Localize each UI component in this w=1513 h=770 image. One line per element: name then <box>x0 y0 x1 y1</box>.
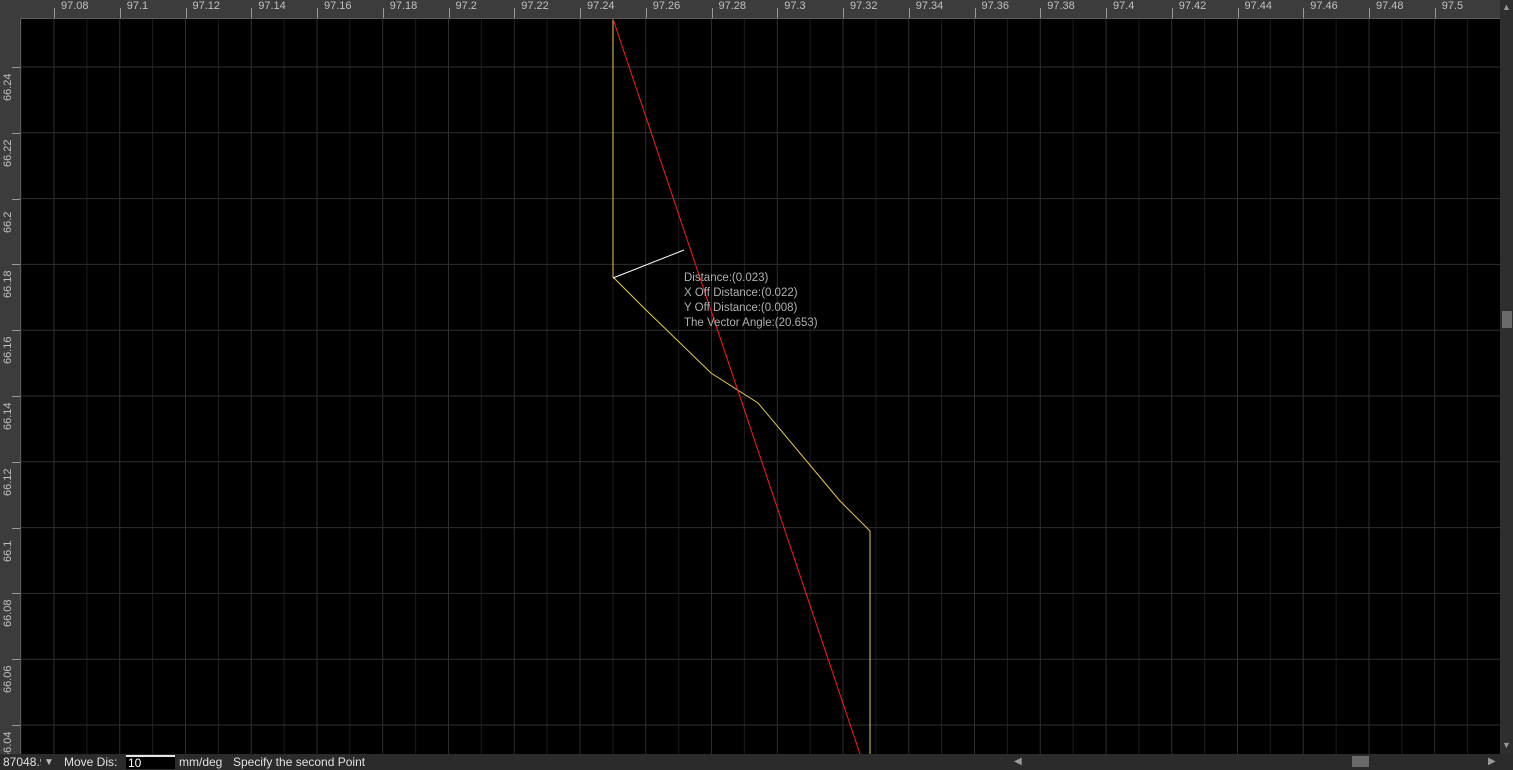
y-tick-label: 66.12 <box>2 468 14 496</box>
measurement-readout: Distance:(0.023) X Off Distance:(0.022) … <box>684 271 818 331</box>
drawing-svg[interactable] <box>21 19 1500 754</box>
ruler-tick <box>12 593 20 595</box>
ruler-tick <box>12 198 20 200</box>
x-tick-label: 97.22 <box>521 0 549 12</box>
y-tick-label: 66.1 <box>2 540 14 562</box>
y-tick-label: 66.04 <box>2 731 14 754</box>
red-reference-line[interactable] <box>612 19 861 754</box>
ruler-tick <box>12 659 20 661</box>
x-tick-label: 97.24 <box>587 0 615 12</box>
x-off-distance-text: X Off Distance:(0.022) <box>684 287 798 299</box>
y-tick-label: 66.24 <box>2 73 14 101</box>
x-tick-label: 97.16 <box>324 0 352 12</box>
scroll-left-icon[interactable]: ◀ <box>1014 756 1022 767</box>
x-tick-label: 97.26 <box>652 0 681 12</box>
ruler-tick <box>1106 8 1107 18</box>
ruler-tick <box>12 725 20 726</box>
ruler-tick <box>1434 8 1436 18</box>
ruler-tick <box>514 8 516 18</box>
yellow-outline-path[interactable] <box>612 19 871 754</box>
ruler-tick <box>580 8 581 18</box>
move-distance-input[interactable] <box>126 755 175 769</box>
move-distance-label: Move Dis: <box>64 755 118 769</box>
ruler-tick <box>1303 8 1305 18</box>
y-tick-label: 66.22 <box>2 139 14 167</box>
x-tick-label: 97.12 <box>192 0 221 12</box>
x-tick-label: 97.44 <box>1244 0 1273 12</box>
x-tick-label: 97.1 <box>126 0 149 12</box>
coordinate-readout: 87048.9 <box>3 755 41 769</box>
unit-label: mm/deg <box>179 755 223 769</box>
ruler-tick <box>12 527 20 529</box>
ruler-tick <box>711 8 713 18</box>
horizontal-scroll-thumb[interactable] <box>1352 756 1369 767</box>
ruler-tick <box>12 132 20 134</box>
ruler-tick <box>1369 8 1370 18</box>
ruler-tick <box>1040 8 1042 18</box>
x-tick-label: 97.38 <box>1047 0 1075 12</box>
ruler-tick <box>251 8 253 18</box>
ruler-tick <box>974 8 976 18</box>
y-tick-label: 66.16 <box>2 336 14 365</box>
ruler-tick <box>908 8 910 18</box>
x-tick-label: 97.32 <box>850 0 878 12</box>
x-tick-label: 97.14 <box>258 0 286 12</box>
ruler-tick <box>448 8 450 18</box>
left-ruler: 66.24 66.22 66.2 66.18 66.16 66.14 66.12 66.1 66… <box>0 18 21 754</box>
command-prompt-text: Specify the second Point <box>233 755 366 769</box>
horizontal-scrollbar[interactable]: ◀ ▶ <box>1012 754 1500 770</box>
ruler-tick <box>12 461 20 463</box>
vertical-scroll-thumb[interactable] <box>1502 311 1512 328</box>
x-tick-label: 97.18 <box>389 0 418 12</box>
x-tick-label: 97.4 <box>1113 0 1135 12</box>
ruler-tick <box>12 67 20 68</box>
ruler-tick <box>843 8 844 18</box>
ruler-tick <box>119 8 121 18</box>
distance-text: Distance:(0.023) <box>684 272 769 284</box>
chevron-down-icon[interactable]: ▼ <box>44 757 54 768</box>
x-tick-label: 97.08 <box>61 0 89 12</box>
y-tick-label: 66.06 <box>2 665 14 694</box>
top-ruler: 97.08 97.1 97.12 97.14 97.16 97.18 97.2 97.22 97… <box>0 0 1500 19</box>
grid <box>21 19 1500 754</box>
x-tick-label: 97.28 <box>718 0 747 12</box>
ruler-tick <box>317 8 318 18</box>
x-tick-label: 97.3 <box>784 0 806 12</box>
scroll-down-icon[interactable]: ▼ <box>1500 740 1513 750</box>
x-tick-label: 97.2 <box>455 0 477 12</box>
ruler-tick <box>645 8 647 18</box>
status-bar: 87048.9 ▼ Move Dis: mm/deg Specify the s… <box>0 754 1513 770</box>
y-tick-label: 66.18 <box>2 270 14 299</box>
y-tick-label: 66.08 <box>2 599 14 628</box>
ruler-tick <box>1237 8 1239 18</box>
scroll-right-icon[interactable]: ▶ <box>1488 756 1496 767</box>
y-tick-label: 66.14 <box>2 402 14 430</box>
ruler-tick <box>12 330 20 332</box>
scroll-up-icon[interactable]: ▲ <box>1500 2 1513 12</box>
x-tick-label: 97.5 <box>1441 0 1464 12</box>
x-tick-label: 97.42 <box>1178 0 1207 12</box>
ruler-tick <box>54 8 55 18</box>
x-tick-label: 97.48 <box>1376 0 1404 12</box>
ruler-tick <box>1171 8 1173 18</box>
vector-angle-text: The Vector Angle:(20.653) <box>684 317 818 329</box>
vertical-scrollbar[interactable]: ▲ ▼ <box>1500 0 1513 754</box>
x-tick-label: 97.46 <box>1310 0 1338 12</box>
y-tick-label: 66.2 <box>2 211 14 233</box>
ruler-tick <box>777 8 779 18</box>
ruler-tick <box>382 8 384 18</box>
drawing-canvas[interactable] <box>21 19 1500 754</box>
x-tick-label: 97.34 <box>915 0 944 12</box>
ruler-tick <box>12 396 20 397</box>
ruler-tick <box>185 8 187 18</box>
y-off-distance-text: Y Off Distance:(0.008) <box>684 302 798 314</box>
ruler-tick <box>12 264 20 266</box>
x-tick-label: 97.36 <box>981 0 1010 12</box>
